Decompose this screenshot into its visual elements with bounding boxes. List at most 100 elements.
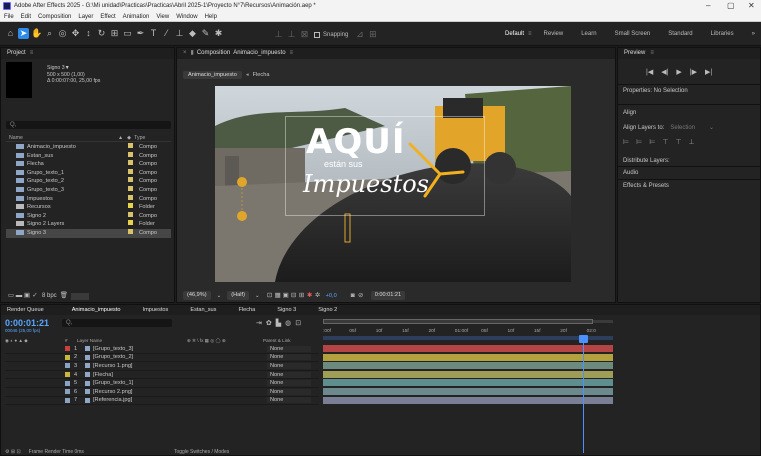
exposure-value[interactable]: +0,0 <box>326 293 337 299</box>
new-comp-icon[interactable]: ▣ <box>23 292 31 300</box>
label-color-swatch[interactable] <box>128 177 133 183</box>
rotate-tool-icon[interactable]: ↻ <box>96 28 107 39</box>
align-vcenter-icon[interactable]: ⊤ <box>675 138 681 146</box>
viewer-timecode[interactable]: 0:00:01:21 <box>370 291 406 300</box>
menu-file[interactable]: File <box>4 14 14 20</box>
layer-parent-dropdown[interactable]: None <box>267 380 311 387</box>
project-item[interactable]: Grupo_texto_3 Compo <box>6 185 171 195</box>
lock-icon[interactable]: ▮ <box>191 48 194 59</box>
layer-duration-bar[interactable] <box>323 353 613 361</box>
layer-row[interactable]: 2 [Grupo_texto_2] None <box>5 354 319 363</box>
mask-visibility-icon[interactable]: ▣ <box>282 292 290 300</box>
project-item[interactable]: Signo 3 Compo <box>6 228 171 238</box>
col-name[interactable]: Name <box>6 135 118 141</box>
workspace-review[interactable]: Review <box>544 31 564 37</box>
comp-canvas[interactable]: AQUÍ están sus Impuestos <box>215 86 571 282</box>
menu-view[interactable]: View <box>156 14 169 20</box>
flowchart-icon[interactable]: ✓ <box>31 292 39 300</box>
motion-blur-icon[interactable]: ◍ <box>285 319 291 327</box>
workspace-small-screen[interactable]: Small Screen <box>615 31 651 37</box>
layer-row[interactable]: 7 [Referencia.jpg] None <box>5 397 319 406</box>
snap-icon[interactable]: ⊿ <box>354 29 365 40</box>
axis-local-icon[interactable]: ⊥ <box>273 29 284 40</box>
next-frame-icon[interactable]: |▶ <box>690 68 697 76</box>
layer-row[interactable]: 6 [Recurso 2.png] None <box>5 388 319 397</box>
roto-brush-tool-icon[interactable]: ✎ <box>200 28 211 39</box>
bpc-button[interactable]: 8 bpc <box>42 293 57 299</box>
brush-tool-icon[interactable]: ⁄ <box>161 28 172 39</box>
toggle-switches-button[interactable]: Toggle Switches / Modes <box>174 449 229 455</box>
timeline-tab[interactable]: Flecha <box>238 305 255 316</box>
workspace-menu-icon[interactable]: ≡ <box>528 31 532 37</box>
layer-row[interactable]: 1 [Grupo_texto_3] None <box>5 345 319 354</box>
maximize-button[interactable]: ▢ <box>727 1 735 10</box>
timeline-tab[interactable]: Render Queue <box>7 305 44 316</box>
comp-flowchart-icon[interactable]: ⇥ <box>256 319 262 327</box>
clone-stamp-tool-icon[interactable]: ⊥ <box>174 28 185 39</box>
workspace-default[interactable]: Default <box>505 31 524 37</box>
play-icon[interactable]: ▶ <box>676 68 681 76</box>
project-item[interactable]: Flecha Compo <box>6 160 171 169</box>
label-col-icon[interactable]: ◆ <box>127 135 131 141</box>
timeline-search-input[interactable]: Q, <box>62 319 172 327</box>
layer-parent-dropdown[interactable]: None <box>267 371 311 378</box>
magnification-chevron-icon[interactable]: ⌄ <box>217 293 222 299</box>
layer-name[interactable]: [Grupo_texto_2] <box>93 354 191 360</box>
menu-help[interactable]: Help <box>205 14 217 20</box>
layer-label-swatch[interactable] <box>65 397 70 403</box>
audio-tab[interactable]: Audio <box>623 170 638 176</box>
align-title[interactable]: Align <box>623 110 636 116</box>
layer-label-swatch[interactable] <box>65 372 70 378</box>
prev-frame-icon[interactable]: ◀| <box>661 68 668 76</box>
puppet-tool-icon[interactable]: ✱ <box>213 28 224 39</box>
layer-duration-bar[interactable] <box>323 388 613 395</box>
align-top-icon[interactable]: ⊤ <box>662 138 668 146</box>
minimize-button[interactable]: – <box>706 1 710 10</box>
layer-name[interactable]: [Referencia.jpg] <box>93 397 191 403</box>
playhead[interactable] <box>583 335 584 453</box>
project-search-input[interactable]: Q, <box>6 121 171 129</box>
comp-menu-icon[interactable]: ≡ <box>290 48 294 59</box>
workspace-libraries[interactable]: Libraries <box>711 31 734 37</box>
layer-row[interactable]: 4 [Flecha] None <box>5 371 319 380</box>
eraser-tool-icon[interactable]: ◆ <box>187 28 198 39</box>
orbit-tool-icon[interactable]: ◎ <box>57 28 68 39</box>
label-color-swatch[interactable] <box>128 194 133 200</box>
pan-tool-icon[interactable]: ✥ <box>70 28 81 39</box>
timeline-timecode[interactable]: 0:00:01:21 <box>5 318 49 328</box>
resolution-chevron-icon[interactable]: ⌄ <box>255 293 260 299</box>
timeline-tab[interactable]: Impuestos <box>143 305 169 316</box>
menu-layer[interactable]: Layer <box>78 14 93 20</box>
col-parent[interactable]: Parent & Link <box>263 338 291 343</box>
axis-world-icon[interactable]: ⊥ <box>286 29 297 40</box>
sort-icon[interactable]: ▲ <box>118 135 123 141</box>
project-item[interactable]: Grupo_texto_1 Compo <box>6 168 171 178</box>
workspace-standard[interactable]: Standard <box>668 31 692 37</box>
layer-parent-dropdown[interactable]: None <box>267 397 311 404</box>
align-bottom-icon[interactable]: ⊥ <box>689 138 695 146</box>
layer-row[interactable]: 3 [Recurso 1.png] None <box>5 362 319 371</box>
align-right-icon[interactable]: ⊨ <box>649 138 655 146</box>
project-item[interactable]: Estan_sus Compo <box>6 151 171 161</box>
transparency-grid-icon[interactable]: ▦ <box>274 292 282 300</box>
label-color-swatch[interactable] <box>128 220 133 226</box>
layer-parent-dropdown[interactable]: None <box>267 345 311 352</box>
dolly-tool-icon[interactable]: ↕ <box>83 28 94 39</box>
layer-parent-dropdown[interactable]: None <box>267 354 311 361</box>
layer-duration-bar[interactable] <box>323 345 613 352</box>
layer-duration-bar[interactable] <box>323 370 613 378</box>
delete-icon[interactable]: 🗑 <box>60 292 68 300</box>
shy-icon[interactable]: ✿ <box>266 319 272 327</box>
axis-view-icon[interactable]: ⊠ <box>299 29 310 40</box>
layer-name[interactable]: [Recurso 2.png] <box>93 389 191 395</box>
project-item[interactable]: Signo 2 Layers Folder <box>6 220 171 229</box>
effects-presets-tab[interactable]: Effects & Presets <box>623 183 669 189</box>
pen-tool-icon[interactable]: ✒ <box>135 28 146 39</box>
selection-tool-icon[interactable]: ➤ <box>18 28 29 39</box>
interpret-footage-icon[interactable]: ▭ <box>7 292 15 300</box>
home-icon[interactable]: ⌂ <box>5 28 16 39</box>
close-tab-icon[interactable]: × <box>183 48 187 59</box>
thumbnail-slider[interactable] <box>70 292 89 300</box>
3d-view-icon[interactable]: ⊞ <box>298 292 306 300</box>
last-frame-icon[interactable]: ▶| <box>705 68 712 76</box>
